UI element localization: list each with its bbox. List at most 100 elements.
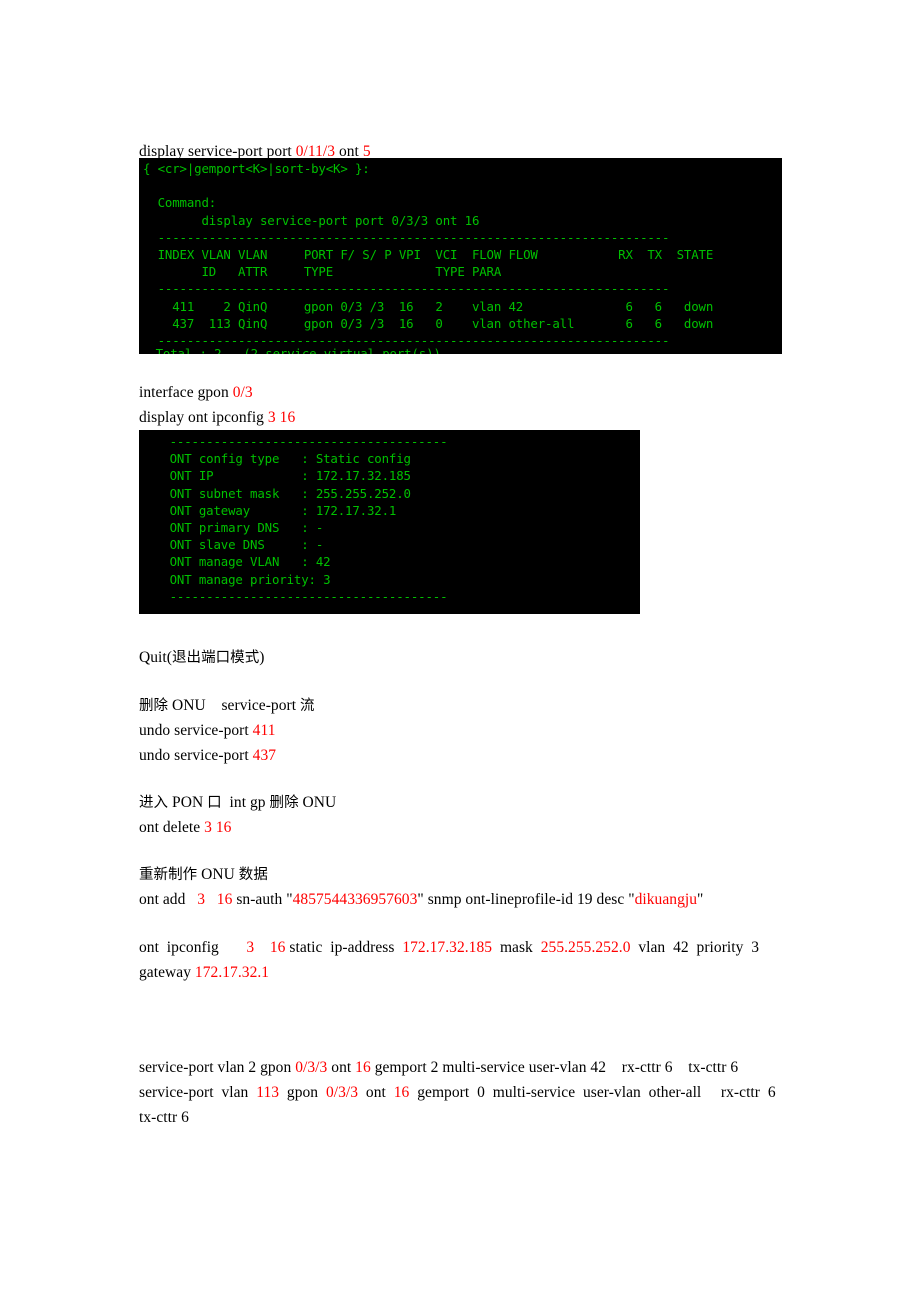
terminal-line: ONT subnet mask : 255.255.252.0 (155, 485, 411, 501)
terminal-line: ONT slave DNS : - (155, 537, 324, 553)
text-segment: undo service-port (139, 722, 253, 739)
cmd-ont-delete: ont delete 3 16 (139, 815, 231, 840)
text-segment: 退出端口模式 (171, 650, 260, 666)
text-segment: service-port vlan 2 gpon (139, 1059, 296, 1076)
terminal-line: -------------------------------------- (155, 588, 448, 604)
text-segment: 口 (207, 795, 222, 811)
terminal-line: ONT manage priority: 3 (155, 571, 331, 587)
terminal-output-lines: { <cr>|gemport<K>|sort-by<K> }: Command:… (141, 160, 782, 349)
terminal-line: 437 113 QinQ gpon 0/3 /3 16 0 vlan other… (143, 315, 714, 331)
cmd-quit: Quit(退出端口模式) (139, 645, 265, 671)
text-segment: 172.17.32.185 (402, 939, 493, 956)
text-segment: 0/3/3 (295, 1059, 328, 1076)
terminal-line: ----------------------------------------… (143, 229, 670, 245)
cmd-undo-service-port-411: undo service-port 411 (139, 718, 276, 743)
text-segment: 16 (393, 1084, 410, 1101)
heading-enter-pon-delete-onu: 进入 PON 口 int gp 删除 ONU (139, 790, 336, 816)
text-segment: 流 (300, 698, 315, 714)
text-segment: " snmp ont-lineprofile-id 19 desc " (417, 891, 635, 908)
text-segment: PON (168, 794, 208, 811)
cmd-ont-ipconfig-line2: gateway 172.17.32.1 (139, 960, 269, 985)
text-segment: gpon (279, 1084, 326, 1101)
text-segment: ONU service-port (168, 697, 301, 714)
text-segment: 3 (197, 891, 205, 908)
text-segment: 3 16 (267, 409, 296, 426)
cmd-ont-ipconfig-line1: ont ipconfig 3 16 static ip-address 172.… (139, 935, 759, 960)
text-segment: interface gpon (139, 384, 233, 401)
text-segment: 删除 (139, 698, 169, 714)
text-segment: ont (358, 1084, 394, 1101)
text-segment: 数据 (238, 867, 268, 883)
terminal-clipped-text: Total : 2 (2 service-virtual-port(s)) (141, 346, 441, 354)
text-segment: ont delete (139, 819, 205, 836)
text-segment: 16 (355, 1059, 371, 1076)
text-segment: " (697, 891, 704, 908)
text-segment: 16 (216, 891, 233, 908)
text-segment: service-port vlan (139, 1084, 257, 1101)
text-segment: 172.17.32.1 (194, 964, 270, 981)
terminal-line: INDEX VLAN VLAN PORT F/ S/ P VPI VCI FLO… (143, 246, 714, 262)
text-segment: 0/3 (232, 384, 253, 401)
text-segment: 113 (256, 1084, 280, 1101)
text-segment (205, 891, 217, 908)
text-segment: gateway (139, 964, 195, 981)
terminal-line: ONT gateway : 172.17.32.1 (155, 502, 397, 518)
text-segment: sn-auth " (232, 891, 293, 908)
text-segment: vlan 42 priority 3 (630, 939, 760, 956)
text-segment: 进入 (139, 795, 169, 811)
heading-rebuild-onu-data: 重新制作 ONU 数据 (139, 862, 268, 888)
text-segment: 3 (246, 939, 255, 956)
text-segment: 删除 (269, 795, 299, 811)
text-segment: tx-cttr 6 (139, 1109, 189, 1126)
text-segment: gemport 2 multi-service user-vlan 42 rx-… (370, 1059, 739, 1076)
text-segment: 0/3/3 (325, 1084, 359, 1101)
text-segment: 3 16 (204, 819, 232, 836)
text-segment: ont (327, 1059, 356, 1076)
terminal-line: display service-port port 0/3/3 ont 16 (143, 212, 480, 228)
text-segment: ) (259, 649, 265, 666)
terminal-line: ONT manage VLAN : 42 (155, 554, 331, 570)
text-segment: 411 (252, 722, 276, 739)
document-page: display service-port port 0/11/3 ont 5 in… (0, 0, 920, 1302)
text-segment: static ip-address (285, 939, 403, 956)
text-segment: ONU (197, 866, 239, 883)
text-segment: 16 (269, 939, 286, 956)
cmd-service-port-vlan2: service-port vlan 2 gpon 0/3/3 ont 16 ge… (139, 1055, 738, 1080)
terminal-clipped-line: Total : 2 (2 service-virtual-port(s)) (139, 345, 782, 354)
text-segment: mask (492, 939, 541, 956)
text-segment: display ont ipconfig (139, 409, 268, 426)
cmd-display-ont-ipconfig: display ont ipconfig 3 16 (139, 405, 295, 430)
terminal-line: ----------------------------------------… (143, 281, 670, 297)
text-segment: ont add (139, 891, 198, 908)
cmd-service-port-vlan113-line1: service-port vlan 113 gpon 0/3/3 ont 16 … (139, 1080, 776, 1105)
heading-delete-onu-service-port: 删除 ONU service-port 流 (139, 693, 315, 719)
cmd-service-port-vlan113-line2: tx-cttr 6 (139, 1105, 189, 1130)
terminal-screenshot-service-port: { <cr>|gemport<K>|sort-by<K> }: Command:… (139, 158, 782, 354)
text-segment: 4857544336957603 (292, 891, 418, 908)
text-segment: 255.255.252.0 (540, 939, 631, 956)
terminal-line: Command: (143, 195, 217, 211)
text-segment: 重新制作 (139, 867, 198, 883)
terminal-line: ONT config type : Static config (155, 451, 411, 467)
cmd-interface-gpon: interface gpon 0/3 (139, 380, 253, 405)
text-segment: dikuangju (634, 891, 698, 908)
terminal-line: { <cr>|gemport<K>|sort-by<K> }: (143, 161, 370, 176)
terminal-output-lines: -------------------------------------- O… (143, 433, 640, 605)
terminal-line: -------------------------------------- (155, 434, 448, 449)
cmd-undo-service-port-437: undo service-port 437 (139, 743, 276, 768)
text-segment (254, 939, 270, 956)
terminal-line: 411 2 QinQ gpon 0/3 /3 16 2 vlan 42 6 6 … (143, 298, 714, 314)
text-segment: gemport 0 multi-service user-vlan other-… (409, 1084, 776, 1101)
terminal-line: ONT IP : 172.17.32.185 (155, 468, 411, 484)
terminal-screenshot-ont-ipconfig: -------------------------------------- O… (139, 430, 640, 614)
text-segment: Quit( (139, 649, 172, 666)
terminal-line: ID ATTR TYPE TYPE PARA (143, 264, 502, 280)
text-segment: 437 (252, 747, 277, 764)
text-segment: ont ipconfig (139, 939, 247, 956)
cmd-ont-add: ont add 3 16 sn-auth "4857544336957603" … (139, 887, 703, 912)
terminal-line: ONT primary DNS : - (155, 519, 324, 535)
text-segment: ONU (298, 794, 337, 811)
text-segment: undo service-port (139, 747, 253, 764)
text-segment: int gp (221, 794, 270, 811)
